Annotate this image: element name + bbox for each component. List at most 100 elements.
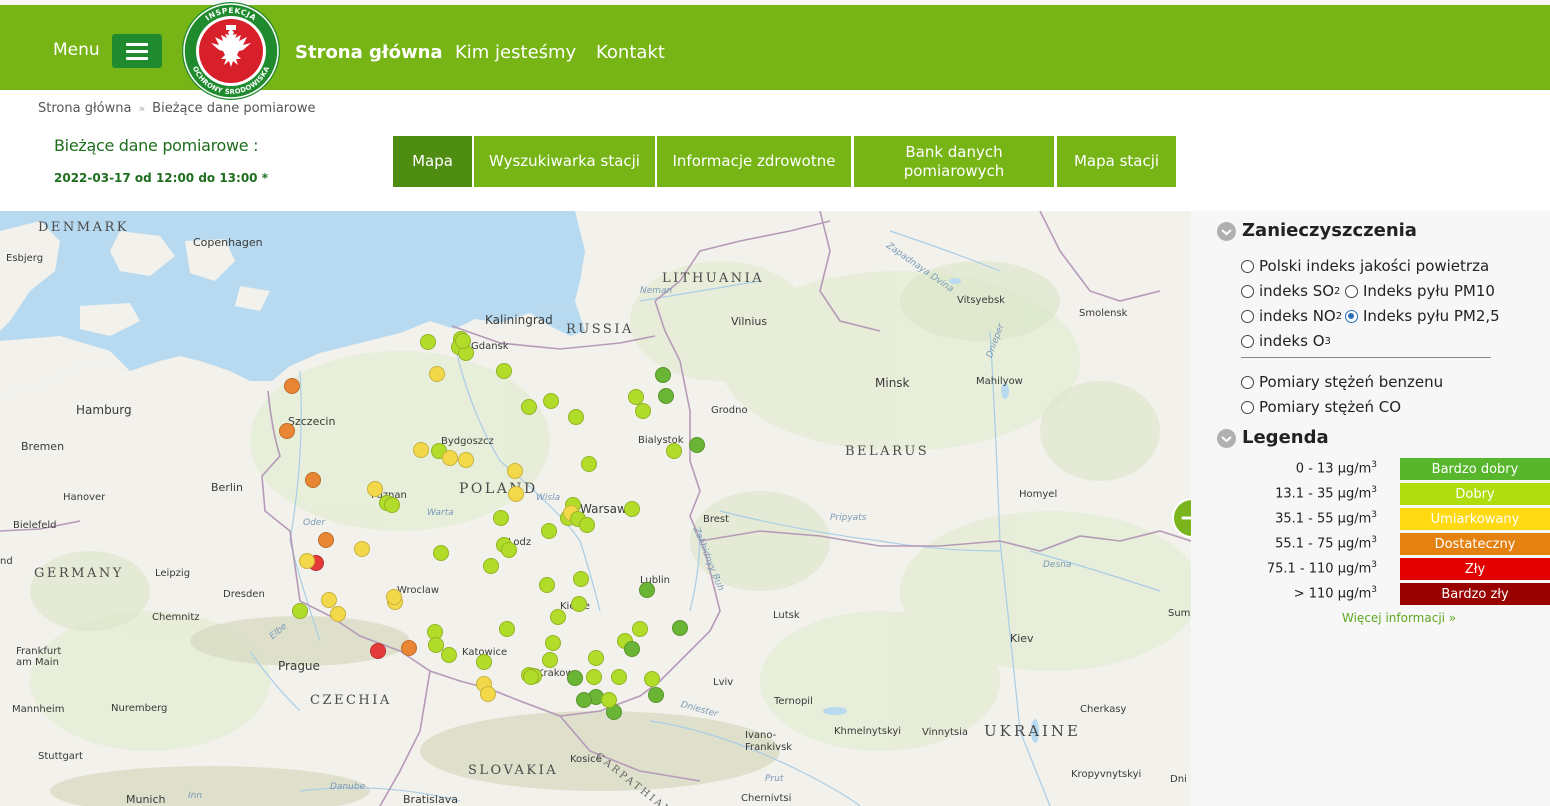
station-marker[interactable] — [601, 692, 617, 708]
breadcrumb: Strona główna » Bieżące dane pomiarowe — [38, 101, 315, 116]
station-marker[interactable] — [689, 437, 705, 453]
country-label-lithuania: LITHUANIA — [662, 271, 765, 286]
station-marker[interactable] — [299, 553, 315, 569]
more-info-link[interactable]: Więcej informacji » — [1342, 611, 1456, 625]
measurement-date-range: 2022-03-17 od 12:00 do 13:00 * — [54, 171, 268, 185]
station-marker[interactable] — [279, 423, 295, 439]
nav-contact-link[interactable]: Kontakt — [596, 42, 665, 63]
station-marker[interactable] — [330, 606, 346, 622]
station-marker[interactable] — [370, 643, 386, 659]
collapse-pollutants-icon[interactable] — [1217, 222, 1236, 241]
station-marker[interactable] — [493, 510, 509, 526]
station-marker[interactable] — [573, 571, 589, 587]
tab-data-bank-label: Bank danych pomiarowych — [903, 142, 1005, 180]
option-polish-aqi[interactable]: Polski indeks jakości powietrza — [1241, 257, 1489, 275]
station-marker[interactable] — [655, 367, 671, 383]
option-pm10[interactable]: Indeks pyłu PM10 — [1345, 282, 1495, 300]
station-marker[interactable] — [571, 596, 587, 612]
station-marker[interactable] — [367, 481, 383, 497]
panel-divider — [1241, 357, 1491, 358]
station-marker[interactable] — [483, 558, 499, 574]
station-marker[interactable] — [523, 669, 539, 685]
city-label: Szczecin — [288, 415, 336, 428]
breadcrumb-home-link[interactable]: Strona główna — [38, 101, 131, 116]
station-marker[interactable] — [567, 670, 583, 686]
station-marker[interactable] — [429, 366, 445, 382]
nav-home-link[interactable]: Strona główna — [295, 42, 443, 63]
city-label: Chernivtsi — [741, 793, 792, 804]
station-marker[interactable] — [545, 635, 561, 651]
station-marker[interactable] — [624, 501, 640, 517]
station-marker[interactable] — [442, 450, 458, 466]
city-label: Copenhagen — [193, 236, 263, 249]
station-marker[interactable] — [384, 497, 400, 513]
tab-station-search[interactable]: Wyszukiwarka stacji — [474, 136, 655, 187]
station-marker[interactable] — [672, 620, 688, 636]
collapse-legend-icon[interactable] — [1217, 429, 1236, 448]
station-marker[interactable] — [632, 621, 648, 637]
station-marker[interactable] — [507, 463, 523, 479]
station-marker[interactable] — [508, 486, 524, 502]
tab-health-info[interactable]: Informacje zdrowotne — [657, 136, 851, 187]
station-marker[interactable] — [611, 669, 627, 685]
station-marker[interactable] — [354, 541, 370, 557]
station-marker[interactable] — [433, 545, 449, 561]
station-marker[interactable] — [541, 523, 557, 539]
air-quality-map[interactable]: DENMARK LITHUANIA RUSSIA POLAND BELARUS … — [0, 211, 1191, 806]
station-marker[interactable] — [501, 542, 517, 558]
logo-emblem-icon[interactable]: INSPEKCJA OCHRONY ŚRODOWISKA — [181, 1, 281, 101]
station-marker[interactable] — [413, 442, 429, 458]
station-marker[interactable] — [292, 603, 308, 619]
station-marker[interactable] — [648, 687, 664, 703]
tab-map[interactable]: Mapa — [393, 136, 472, 187]
station-marker[interactable] — [480, 686, 496, 702]
station-marker[interactable] — [284, 378, 300, 394]
option-no2[interactable]: indeks NO 2 — [1241, 307, 1342, 325]
station-marker[interactable] — [588, 650, 604, 666]
station-marker[interactable] — [543, 393, 559, 409]
station-marker[interactable] — [644, 671, 660, 687]
option-so2[interactable]: indeks SO 2 — [1241, 282, 1340, 300]
station-marker[interactable] — [576, 692, 592, 708]
station-marker[interactable] — [539, 577, 555, 593]
station-marker[interactable] — [579, 517, 595, 533]
station-marker[interactable] — [624, 641, 640, 657]
station-marker[interactable] — [305, 472, 321, 488]
station-marker[interactable] — [658, 388, 674, 404]
menu-button[interactable] — [112, 34, 162, 68]
option-o3[interactable]: indeks O3 — [1241, 332, 1331, 350]
station-marker[interactable] — [581, 456, 597, 472]
station-marker[interactable] — [550, 609, 566, 625]
station-marker[interactable] — [420, 334, 436, 350]
country-label-czechia: CZECHIA — [310, 693, 392, 708]
station-marker[interactable] — [666, 443, 682, 459]
menu-label[interactable]: Menu — [53, 40, 100, 60]
station-marker[interactable] — [639, 582, 655, 598]
legend-swatch: Bardzo zły — [1400, 583, 1550, 605]
tab-station-map[interactable]: Mapa stacji — [1057, 136, 1176, 187]
option-co[interactable]: Pomiary stężeń CO — [1241, 398, 1401, 416]
legend-range: 0 - 13 μg/m3 — [1296, 460, 1377, 476]
city-label: Ternopil — [774, 696, 813, 707]
legend-heading: Legenda — [1242, 427, 1329, 448]
station-marker[interactable] — [635, 403, 651, 419]
station-marker[interactable] — [476, 654, 492, 670]
city-label: Leipzig — [155, 568, 191, 579]
station-marker[interactable] — [455, 333, 471, 349]
tab-data-bank[interactable]: Bank danych pomiarowych — [854, 136, 1054, 187]
option-pm25[interactable]: Indeks pyłu PM2,5 — [1345, 307, 1500, 325]
station-marker[interactable] — [499, 621, 515, 637]
station-marker[interactable] — [318, 532, 334, 548]
station-marker[interactable] — [586, 669, 602, 685]
nav-about-link[interactable]: Kim jesteśmy — [455, 42, 576, 63]
option-benzene[interactable]: Pomiary stężeń benzenu — [1241, 373, 1443, 391]
station-marker[interactable] — [458, 452, 474, 468]
station-marker[interactable] — [401, 640, 417, 656]
station-marker[interactable] — [568, 409, 584, 425]
city-label: Dresden — [223, 589, 265, 600]
station-marker[interactable] — [542, 652, 558, 668]
station-marker[interactable] — [496, 363, 512, 379]
station-marker[interactable] — [441, 647, 457, 663]
station-marker[interactable] — [386, 589, 402, 605]
station-marker[interactable] — [521, 399, 537, 415]
